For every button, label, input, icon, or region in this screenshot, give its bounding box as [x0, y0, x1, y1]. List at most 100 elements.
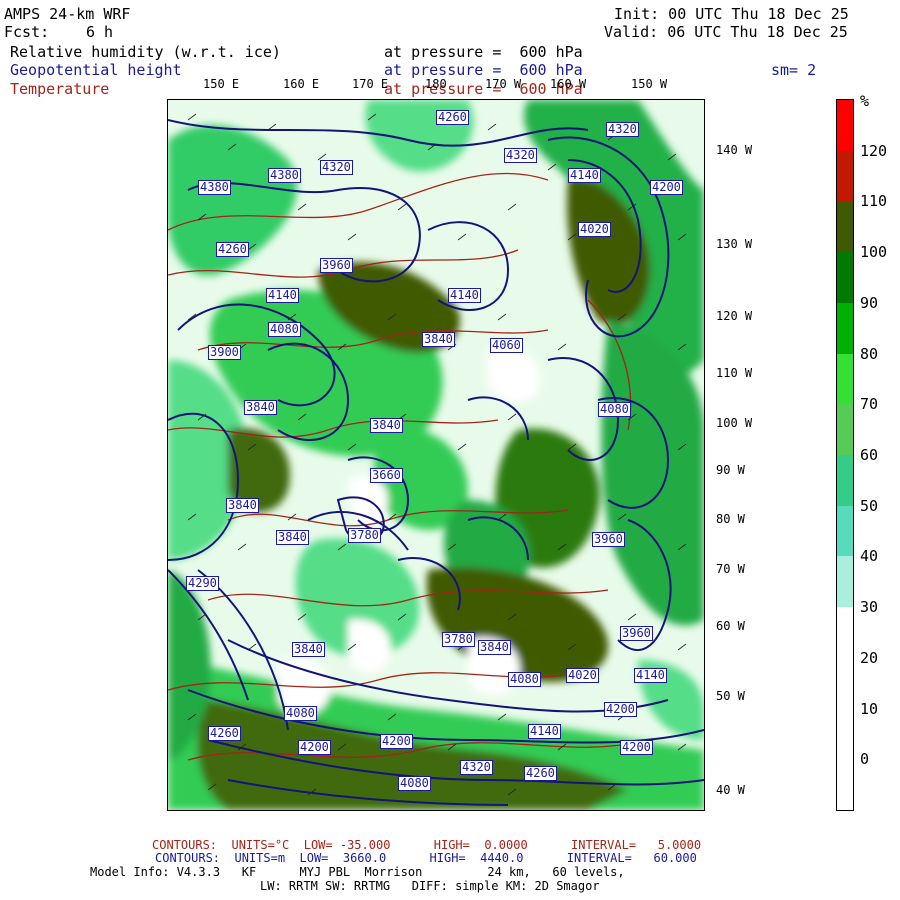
colorbar-tick-label: 110 — [860, 192, 888, 211]
field-rh-level: at pressure = 600 hPa — [384, 43, 583, 61]
contour-label: 3960 — [620, 626, 653, 641]
lat-label: 110 W — [716, 366, 753, 380]
colorbar-tick-label: 80 — [860, 344, 879, 363]
contour-label: 3840 — [244, 400, 277, 415]
contour-label: 3840 — [292, 642, 325, 657]
colorbar-segment — [837, 607, 853, 658]
contour-label: 4080 — [598, 402, 631, 417]
field-temp-name: Temperature — [10, 80, 110, 98]
contour-label: 4200 — [650, 180, 683, 195]
contour-label: 4080 — [508, 672, 541, 687]
colorbar-tick-label: 30 — [860, 598, 879, 617]
colorbar-tick-label: 50 — [860, 496, 879, 515]
field-rh-name: Relative humidity (w.r.t. ice) — [10, 43, 281, 61]
colorbar-segment — [837, 100, 853, 151]
contour-label: 4320 — [460, 760, 493, 775]
lat-label: 70 W — [716, 562, 745, 576]
contour-label: 3840 — [422, 332, 455, 347]
contour-label: 4080 — [398, 776, 431, 791]
footer-physics: LW: RRTM SW: RRTMG DIFF: simple KM: 2D S… — [260, 879, 600, 893]
contour-label: 4200 — [604, 702, 637, 717]
colorbar-segment — [837, 252, 853, 303]
contour-label: 4140 — [528, 724, 561, 739]
colorbar-unit: % — [860, 92, 870, 110]
contour-label: 4020 — [566, 668, 599, 683]
footer-temp-contours: CONTOURS: UNITS=°C LOW= -35.000 HIGH= 0.… — [152, 838, 702, 852]
contour-label: 3660 — [370, 468, 403, 483]
model-title: AMPS 24-km WRF — [4, 5, 131, 23]
colorbar-segment — [837, 404, 853, 455]
contour-label: 4320 — [606, 122, 639, 137]
contour-label: 4320 — [504, 148, 537, 163]
contour-label: 4060 — [490, 338, 523, 353]
colorbar-segment — [837, 201, 853, 253]
contour-label: 3840 — [478, 640, 511, 655]
colorbar-segment — [837, 708, 853, 760]
colorbar-tick-label: 120 — [860, 141, 888, 160]
colorbar-tick-label: 90 — [860, 293, 879, 312]
colorbar-tick-label: 100 — [860, 243, 888, 262]
footer-height-contours: CONTOURS: UNITS=m LOW= 3660.0 HIGH= 4440… — [155, 851, 697, 865]
lat-label: 80 W — [716, 512, 745, 526]
contour-label: 3840 — [276, 530, 309, 545]
contour-label: 3780 — [442, 632, 475, 647]
lat-label: 60 W — [716, 619, 745, 633]
lat-label: 130 W — [716, 237, 753, 251]
contour-label: 4140 — [568, 168, 601, 183]
lon-label: 160 W — [550, 77, 587, 91]
forecast-label: Fcst: — [4, 23, 50, 41]
contour-label: 4140 — [448, 288, 481, 303]
lon-label: 150 W — [631, 77, 668, 91]
contour-label: 3780 — [348, 528, 381, 543]
field-height-name: Geopotential height — [10, 61, 182, 79]
colorbar — [836, 99, 854, 811]
contour-label: 3960 — [592, 532, 625, 547]
smoothing-label: sm= 2 — [771, 61, 817, 79]
contour-label: 4290 — [186, 576, 219, 591]
contour-label: 4200 — [298, 740, 331, 755]
contour-label: 4140 — [634, 668, 667, 683]
forecast-value: 6 h — [86, 23, 114, 41]
contour-label: 4380 — [198, 180, 231, 195]
field-height-level: at pressure = 600 hPa — [384, 61, 583, 79]
lon-label: 170 W — [485, 77, 522, 91]
colorbar-segment — [837, 353, 853, 405]
lat-label: 100 W — [716, 416, 753, 430]
contour-label: 4260 — [216, 242, 249, 257]
colorbar-segment — [837, 505, 853, 557]
colorbar-segment — [837, 302, 853, 354]
lon-label: 160 E — [283, 77, 320, 91]
contour-label: 3900 — [208, 345, 241, 360]
contour-label: 4320 — [320, 160, 353, 175]
colorbar-tick-label: 10 — [860, 699, 879, 718]
lon-label: 180 — [425, 77, 447, 91]
contour-label: 4020 — [578, 222, 611, 237]
contour-label: 4260 — [524, 766, 557, 781]
colorbar-segment — [837, 150, 853, 202]
lon-label: 170 E — [352, 77, 389, 91]
contour-label: 4260 — [436, 110, 469, 125]
colorbar-tick-label: 70 — [860, 395, 879, 414]
contour-label: 4140 — [266, 288, 299, 303]
colorbar-tick-label: 40 — [860, 547, 879, 566]
lat-label: 140 W — [716, 143, 753, 157]
colorbar-tick-label: 60 — [860, 446, 879, 464]
colorbar-segment — [837, 657, 853, 709]
contour-label: 3960 — [320, 258, 353, 273]
contour-label: 3840 — [226, 498, 259, 513]
contour-label: 4200 — [380, 734, 413, 749]
lat-label: 50 W — [716, 689, 745, 703]
valid-time: Valid: 06 UTC Thu 18 Dec 25 — [604, 23, 848, 41]
colorbar-segment — [837, 556, 853, 608]
map-panel: 4260 4320 4320 4380 4320 4140 4200 4380 … — [167, 99, 705, 811]
colorbar-segment — [837, 455, 853, 506]
lat-label: 40 W — [716, 783, 745, 797]
colorbar-tick-label: 0 — [860, 750, 870, 769]
lon-label: 150 E — [203, 77, 240, 91]
colorbar-tick-label: 20 — [860, 648, 879, 667]
lat-label: 90 W — [716, 463, 745, 477]
footer-model-info: Model Info: V4.3.3 KF MYJ PBL Morrison 2… — [90, 865, 625, 879]
contour-label: 4200 — [620, 740, 653, 755]
contour-label: 3840 — [370, 418, 403, 433]
colorbar-segment — [837, 759, 853, 810]
